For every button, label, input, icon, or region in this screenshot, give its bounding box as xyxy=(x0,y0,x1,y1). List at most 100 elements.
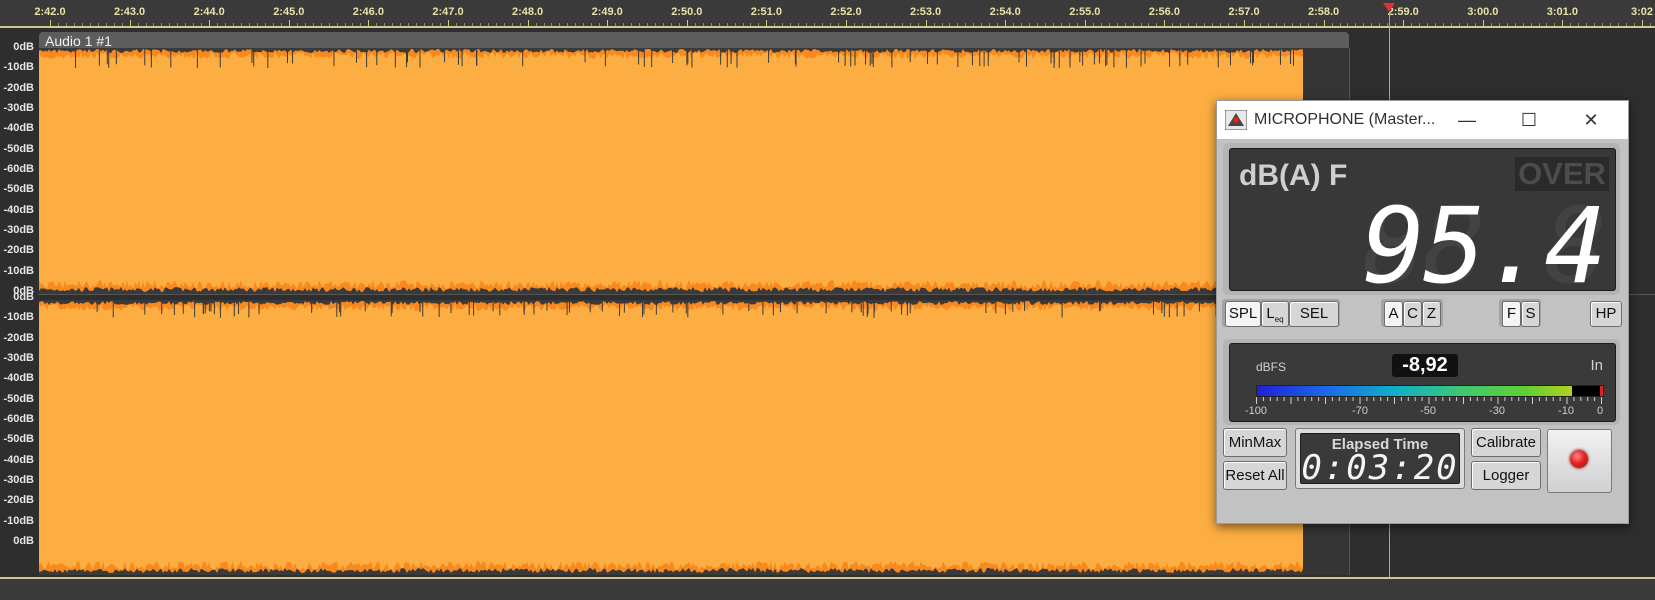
scale-label: 0 xyxy=(1596,405,1604,417)
window-titlebar[interactable]: MICROPHONE (Master... — ☐ ✕ xyxy=(1217,101,1628,139)
ruler-minor-tick xyxy=(1355,23,1357,26)
ruler-tick-line xyxy=(209,20,211,26)
ruler-minor-tick xyxy=(1411,23,1413,26)
ruler-minor-tick xyxy=(830,23,832,26)
ruler-tick-line xyxy=(1244,20,1245,26)
input-label: In xyxy=(1590,357,1603,374)
z-weighting-button[interactable]: Z xyxy=(1422,301,1441,327)
ruler-minor-tick xyxy=(1602,23,1604,26)
leq-button[interactable]: Leq xyxy=(1261,301,1289,327)
ruler-tick-line xyxy=(925,20,927,26)
reset-all-button[interactable]: Reset All xyxy=(1223,461,1287,490)
ruler-minor-tick xyxy=(1196,23,1198,26)
ruler-minor-tick xyxy=(678,23,680,26)
ruler-minor-tick xyxy=(336,23,338,26)
ruler-minor-tick xyxy=(440,23,442,26)
horizontal-scrollbar[interactable] xyxy=(0,579,1655,600)
minimize-button[interactable]: — xyxy=(1436,101,1498,139)
ruler-minor-tick xyxy=(1204,23,1206,26)
ruler-minor-tick xyxy=(631,23,633,26)
ruler-label: 2:45.0 xyxy=(273,6,305,18)
ruler-minor-tick xyxy=(1554,23,1556,26)
ruler-minor-tick xyxy=(1514,23,1516,26)
ruler-tick-line xyxy=(1403,20,1405,26)
elapsed-time-panel: Elapsed Time 0:03:20 xyxy=(1295,428,1465,489)
slow-button[interactable]: S xyxy=(1521,301,1540,327)
ch2-db-label: 0dB xyxy=(13,291,34,303)
ruler-minor-tick xyxy=(479,23,481,26)
ruler-minor-tick xyxy=(997,23,999,26)
input-level-panel: dBFS -8,92 In -100 -70 -50 -30 -10 0 xyxy=(1223,339,1620,425)
ruler-minor-tick xyxy=(1594,23,1596,26)
playhead-marker[interactable] xyxy=(1383,3,1395,12)
ruler-label: 2:43.0 xyxy=(113,6,146,18)
ruler-minor-tick xyxy=(734,23,736,26)
ruler-tick-line xyxy=(1005,20,1007,26)
ruler-minor-tick xyxy=(822,23,824,26)
ruler-minor-tick xyxy=(1395,23,1397,26)
ruler-minor-tick xyxy=(1538,23,1540,26)
ch1-db-label: -10dB xyxy=(3,61,34,74)
ruler-minor-tick xyxy=(599,23,601,26)
level-scale-ticks xyxy=(1256,397,1602,404)
ruler-minor-tick xyxy=(1100,23,1102,26)
ruler-minor-tick xyxy=(1498,23,1500,26)
ruler-minor-tick xyxy=(73,23,75,26)
ruler-minor-tick xyxy=(1458,23,1460,26)
ruler-minor-tick xyxy=(455,23,457,26)
c-weighting-button[interactable]: C xyxy=(1403,301,1422,327)
ch2-db-label: -20dB xyxy=(3,331,34,344)
spl-button[interactable]: SPL xyxy=(1225,301,1261,327)
hp-button[interactable]: HP xyxy=(1590,301,1622,327)
ruler-minor-tick xyxy=(1076,23,1078,26)
ruler-minor-tick xyxy=(1148,23,1150,26)
record-button[interactable] xyxy=(1547,429,1612,493)
ch1-db-label: -50dB xyxy=(3,183,34,196)
ruler-tick-line xyxy=(607,20,609,26)
dbfs-readout: -8,92 xyxy=(1392,354,1458,377)
ruler-minor-tick xyxy=(1251,23,1253,26)
fast-button[interactable]: F xyxy=(1502,301,1521,327)
ruler-minor-tick xyxy=(1259,23,1261,26)
close-button[interactable]: ✕ xyxy=(1560,101,1622,139)
a-weighting-button[interactable]: A xyxy=(1384,301,1403,327)
ruler-minor-tick xyxy=(408,23,410,26)
ruler-minor-tick xyxy=(1299,23,1301,26)
meter-body: dB(A) F OVER 88.8 95.4 SPL Leq SEL A C Z… xyxy=(1217,139,1628,523)
ruler-tick-line xyxy=(1323,20,1325,26)
ruler-minor-tick xyxy=(264,23,266,26)
ruler-minor-tick xyxy=(1649,23,1651,26)
maximize-button[interactable]: ☐ xyxy=(1498,101,1560,139)
ch2-db-label: -30dB xyxy=(3,474,34,486)
calibrate-button[interactable]: Calibrate xyxy=(1471,428,1541,457)
ruler-minor-tick xyxy=(861,23,863,26)
minmax-button[interactable]: MinMax xyxy=(1223,428,1287,457)
ruler-minor-tick xyxy=(1172,23,1174,26)
ruler-minor-tick xyxy=(1220,23,1222,26)
ruler-minor-tick xyxy=(1530,23,1532,26)
ruler-minor-tick xyxy=(1570,23,1572,26)
ch1-db-label: -50dB xyxy=(3,142,34,155)
ruler-minor-tick xyxy=(463,23,465,26)
ruler-minor-tick xyxy=(161,23,163,26)
ruler-minor-tick xyxy=(1307,23,1309,26)
level-bar-fill xyxy=(1257,386,1573,396)
ruler-minor-tick xyxy=(249,23,250,26)
ruler-minor-tick xyxy=(885,23,887,26)
ruler-minor-tick xyxy=(1546,23,1548,26)
ruler-minor-tick xyxy=(352,23,354,26)
ruler-minor-tick xyxy=(376,23,378,26)
ruler-minor-tick xyxy=(201,23,203,26)
ruler-tick-line xyxy=(1482,20,1484,26)
ruler-minor-tick xyxy=(1116,23,1118,26)
ruler-minor-tick xyxy=(1379,23,1381,26)
ruler-tick-line xyxy=(1084,20,1086,26)
clip-title: Audio 1 #1 xyxy=(45,33,112,49)
clip-header[interactable]: Audio 1 #1 xyxy=(39,32,1349,49)
logger-button[interactable]: Logger xyxy=(1471,461,1541,490)
ch1-db-label: -40dB xyxy=(3,203,34,216)
ruler-minor-tick xyxy=(1013,23,1015,26)
timeline-ruler[interactable]: 2:42.0 2:43.0 2:44.0 2:45.0 2:46.0 2:47.0 2:48… xyxy=(0,0,1655,28)
waveform-clip[interactable] xyxy=(39,48,1303,575)
sel-button[interactable]: SEL xyxy=(1289,301,1339,327)
